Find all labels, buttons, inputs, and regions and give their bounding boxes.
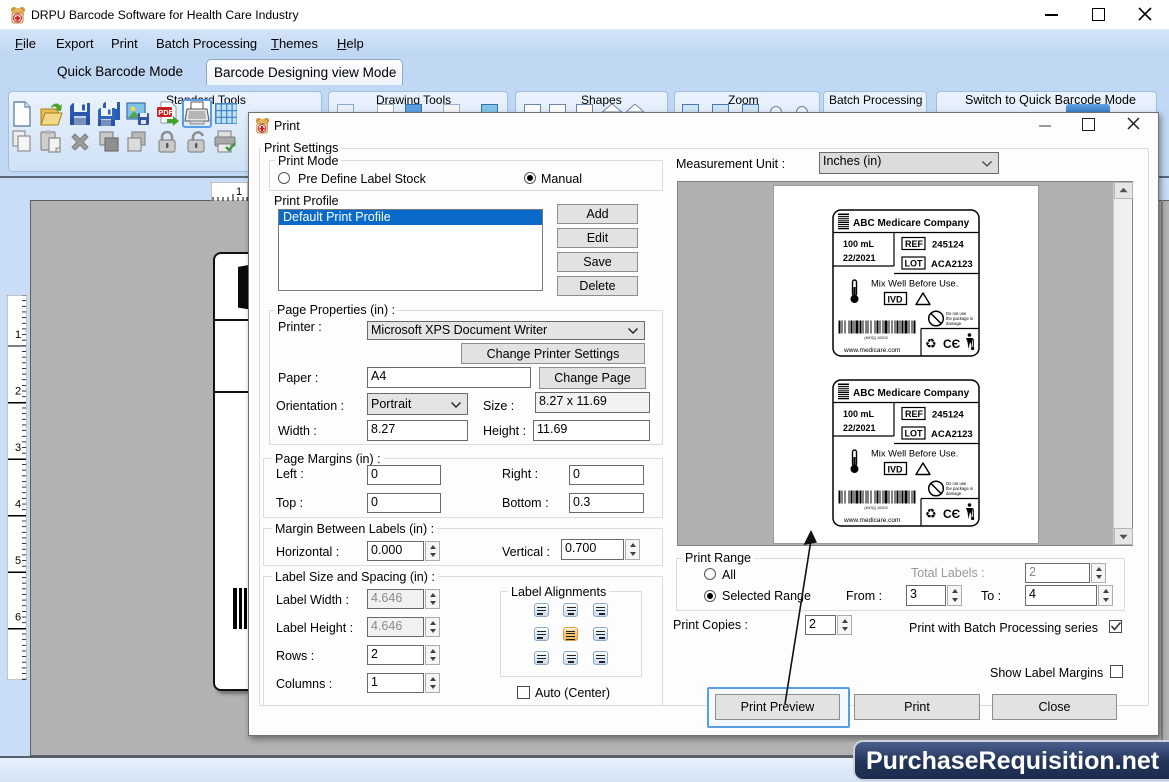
svg-text:IVD: IVD <box>888 465 904 475</box>
svg-text:ACA2123: ACA2123 <box>931 429 973 440</box>
svg-text:CЄ: CЄ <box>943 507 961 521</box>
svg-text:6: 6 <box>15 612 21 624</box>
svg-text:ABC Medicare Company: ABC Medicare Company <box>853 388 970 399</box>
svg-text:2: 2 <box>15 386 21 398</box>
svg-text:ACA2123: ACA2123 <box>931 259 973 270</box>
svg-text:damage.: damage. <box>946 321 962 326</box>
svg-text:5: 5 <box>15 555 21 567</box>
svg-text:245124: 245124 <box>932 410 964 421</box>
svg-text:CЄ: CЄ <box>943 337 961 351</box>
svg-text:www.medicare.com: www.medicare.com <box>843 347 900 354</box>
svg-text:22/2021: 22/2021 <box>843 253 876 263</box>
svg-text:LOT: LOT <box>905 259 923 269</box>
svg-text:www.medicare.com: www.medicare.com <box>843 517 900 524</box>
svg-text:(MOQ) 10203: (MOQ) 10203 <box>864 506 887 510</box>
svg-text:3: 3 <box>15 442 21 454</box>
svg-text:22/2021: 22/2021 <box>843 423 876 433</box>
svg-text:♻: ♻ <box>925 506 937 521</box>
svg-text:ABC Medicare Company: ABC Medicare Company <box>853 218 970 229</box>
svg-text:REF: REF <box>905 409 924 419</box>
svg-text:100 mL: 100 mL <box>843 409 875 419</box>
svg-text:(MOQ) 10203: (MOQ) 10203 <box>864 336 887 340</box>
svg-text:4: 4 <box>15 499 21 511</box>
svg-text:Mix Well Before Use.: Mix Well Before Use. <box>871 448 958 459</box>
svg-text:245124: 245124 <box>932 240 964 251</box>
svg-text:100 mL: 100 mL <box>843 239 875 249</box>
svg-text:REF: REF <box>905 239 924 249</box>
svg-text:1: 1 <box>236 186 242 198</box>
svg-text:damage.: damage. <box>946 491 962 496</box>
svg-text:♻: ♻ <box>925 336 937 351</box>
svg-text:Mix Well Before Use.: Mix Well Before Use. <box>871 278 958 289</box>
svg-text:LOT: LOT <box>905 429 923 439</box>
svg-text:IVD: IVD <box>888 295 904 305</box>
svg-text:1: 1 <box>15 329 21 341</box>
svg-text:PDF: PDF <box>158 108 173 117</box>
